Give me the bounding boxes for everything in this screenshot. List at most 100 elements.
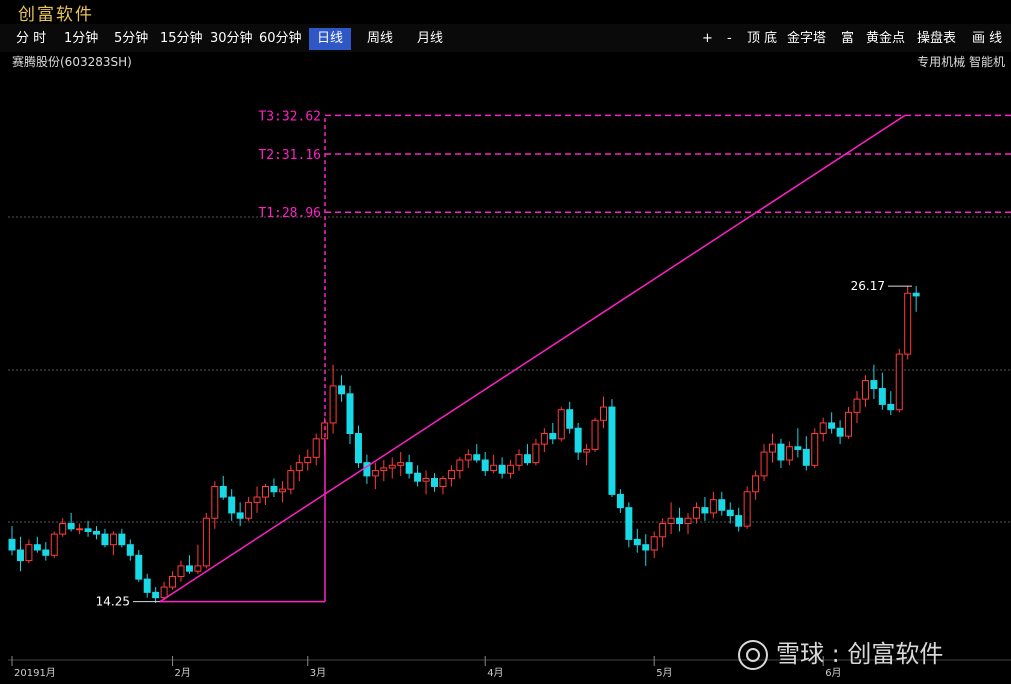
candle-body (380, 467, 388, 472)
candle-body (59, 523, 67, 535)
pyramid-button[interactable]: 金字塔 (787, 28, 826, 50)
candlestick-chart[interactable]: 14.25 T3:32.62 T2:31.16 T1:28.96 26.17 20191月… (0, 70, 1011, 684)
candle-body (836, 427, 844, 437)
trading-table-button[interactable]: 操盘表 (917, 28, 956, 50)
candle-body (84, 528, 92, 532)
candle-body (642, 544, 650, 551)
candle-body (633, 538, 641, 546)
candle-body (616, 493, 624, 509)
candle-body (498, 464, 506, 474)
draw-line-button[interactable]: 画 线 (972, 28, 1002, 50)
candle-body (583, 448, 591, 453)
candle-body (295, 462, 303, 472)
period-tab-15min[interactable]: 15分钟 (160, 28, 203, 50)
period-tab-weekly[interactable]: 周线 (367, 28, 393, 50)
candle-body (50, 533, 58, 556)
stock-info-bar: 赛腾股份(603283SH) 专用机械 智能机 (0, 52, 1011, 70)
candle-body (659, 523, 667, 538)
candle-body (33, 544, 41, 551)
candle-body (42, 549, 50, 556)
candle-body (692, 507, 700, 519)
candle-body (338, 385, 346, 395)
period-toolbar: 分 时 1分钟 5分钟 15分钟 30分钟 60分钟 日线 周线 月线 + - … (0, 24, 1011, 52)
candle-body (667, 517, 675, 525)
candle-body (101, 533, 109, 546)
title-bar: 创富软件 (0, 0, 1011, 25)
candle-body (405, 462, 413, 474)
top-bottom-button[interactable]: 顶 底 (747, 28, 777, 50)
zoom-out-button[interactable]: - (727, 28, 732, 50)
candle-body (397, 462, 405, 466)
candle-body (211, 485, 219, 519)
candle-body (557, 409, 565, 440)
candle-body (67, 523, 75, 530)
candle-body (785, 446, 793, 461)
candle-body (228, 496, 236, 514)
candle-body (878, 388, 886, 405)
period-tab-30min[interactable]: 30分钟 (210, 28, 253, 50)
candle-body (312, 438, 320, 458)
candle-body (422, 478, 430, 482)
candle-body (870, 380, 878, 390)
period-tab-timeshare[interactable]: 分 时 (16, 28, 46, 50)
candle-body (726, 509, 734, 517)
x-tick-label: 20191月 (14, 667, 56, 679)
candle-body (473, 454, 481, 461)
last-price-label: 26.17 (851, 279, 885, 293)
watermark: 雪球 : 创富软件 (738, 634, 943, 670)
candle-body (126, 544, 134, 556)
candle-body (152, 591, 160, 599)
candle-body (743, 491, 751, 527)
candle-body (523, 454, 531, 464)
candle-body (447, 470, 455, 480)
fortune-button[interactable]: 富 (841, 28, 854, 50)
candle-body (566, 409, 574, 429)
period-tab-monthly[interactable]: 月线 (417, 28, 443, 50)
candle-body (853, 398, 861, 413)
candle-body (549, 433, 557, 440)
candle-body (540, 433, 548, 445)
candle-body (202, 517, 210, 567)
candle-body (118, 533, 126, 546)
watermark-text: 雪球 : (776, 640, 848, 668)
period-tab-60min[interactable]: 60分钟 (259, 28, 302, 50)
candle-body (177, 565, 185, 577)
candle-body (160, 586, 168, 599)
snowball-logo-icon (738, 640, 768, 670)
candle-body (109, 533, 117, 546)
candle-body (16, 549, 24, 562)
period-tab-1min[interactable]: 1分钟 (64, 28, 98, 50)
candle-body (185, 565, 193, 572)
trend-line (159, 114, 906, 603)
candle-body (481, 459, 489, 472)
period-tab-5min[interactable]: 5分钟 (114, 28, 148, 50)
low-price-label: 14.25 (96, 595, 130, 609)
candle-body (388, 464, 396, 469)
zoom-in-button[interactable]: + (702, 28, 713, 50)
candle-body (532, 443, 540, 464)
candle-body (278, 488, 286, 493)
candle-body (371, 470, 379, 477)
golden-point-button[interactable]: 黄金点 (866, 28, 905, 50)
candle-body (701, 507, 709, 514)
period-tab-daily[interactable]: 日线 (309, 28, 352, 50)
candle-body (439, 478, 447, 487)
candle-body (684, 517, 692, 525)
target-label: T1:28.96 (258, 206, 321, 221)
candle-body (718, 499, 726, 511)
stock-name: 赛腾股份(603283SH) (12, 55, 132, 69)
candle-body (887, 403, 895, 411)
candle-body (828, 422, 836, 429)
candle-body (574, 427, 582, 453)
candle-body (287, 470, 295, 490)
candle-body (845, 411, 853, 437)
candle-body (490, 464, 498, 472)
candle-body (794, 446, 802, 450)
target-label: T2:31.16 (258, 148, 321, 163)
x-tick-label: 3月 (310, 667, 326, 679)
x-tick-label: 2月 (175, 667, 191, 679)
candle-body (304, 456, 312, 464)
candle-body (93, 530, 100, 535)
candle-body (912, 292, 920, 297)
x-tick-label: 5月 (656, 667, 672, 679)
